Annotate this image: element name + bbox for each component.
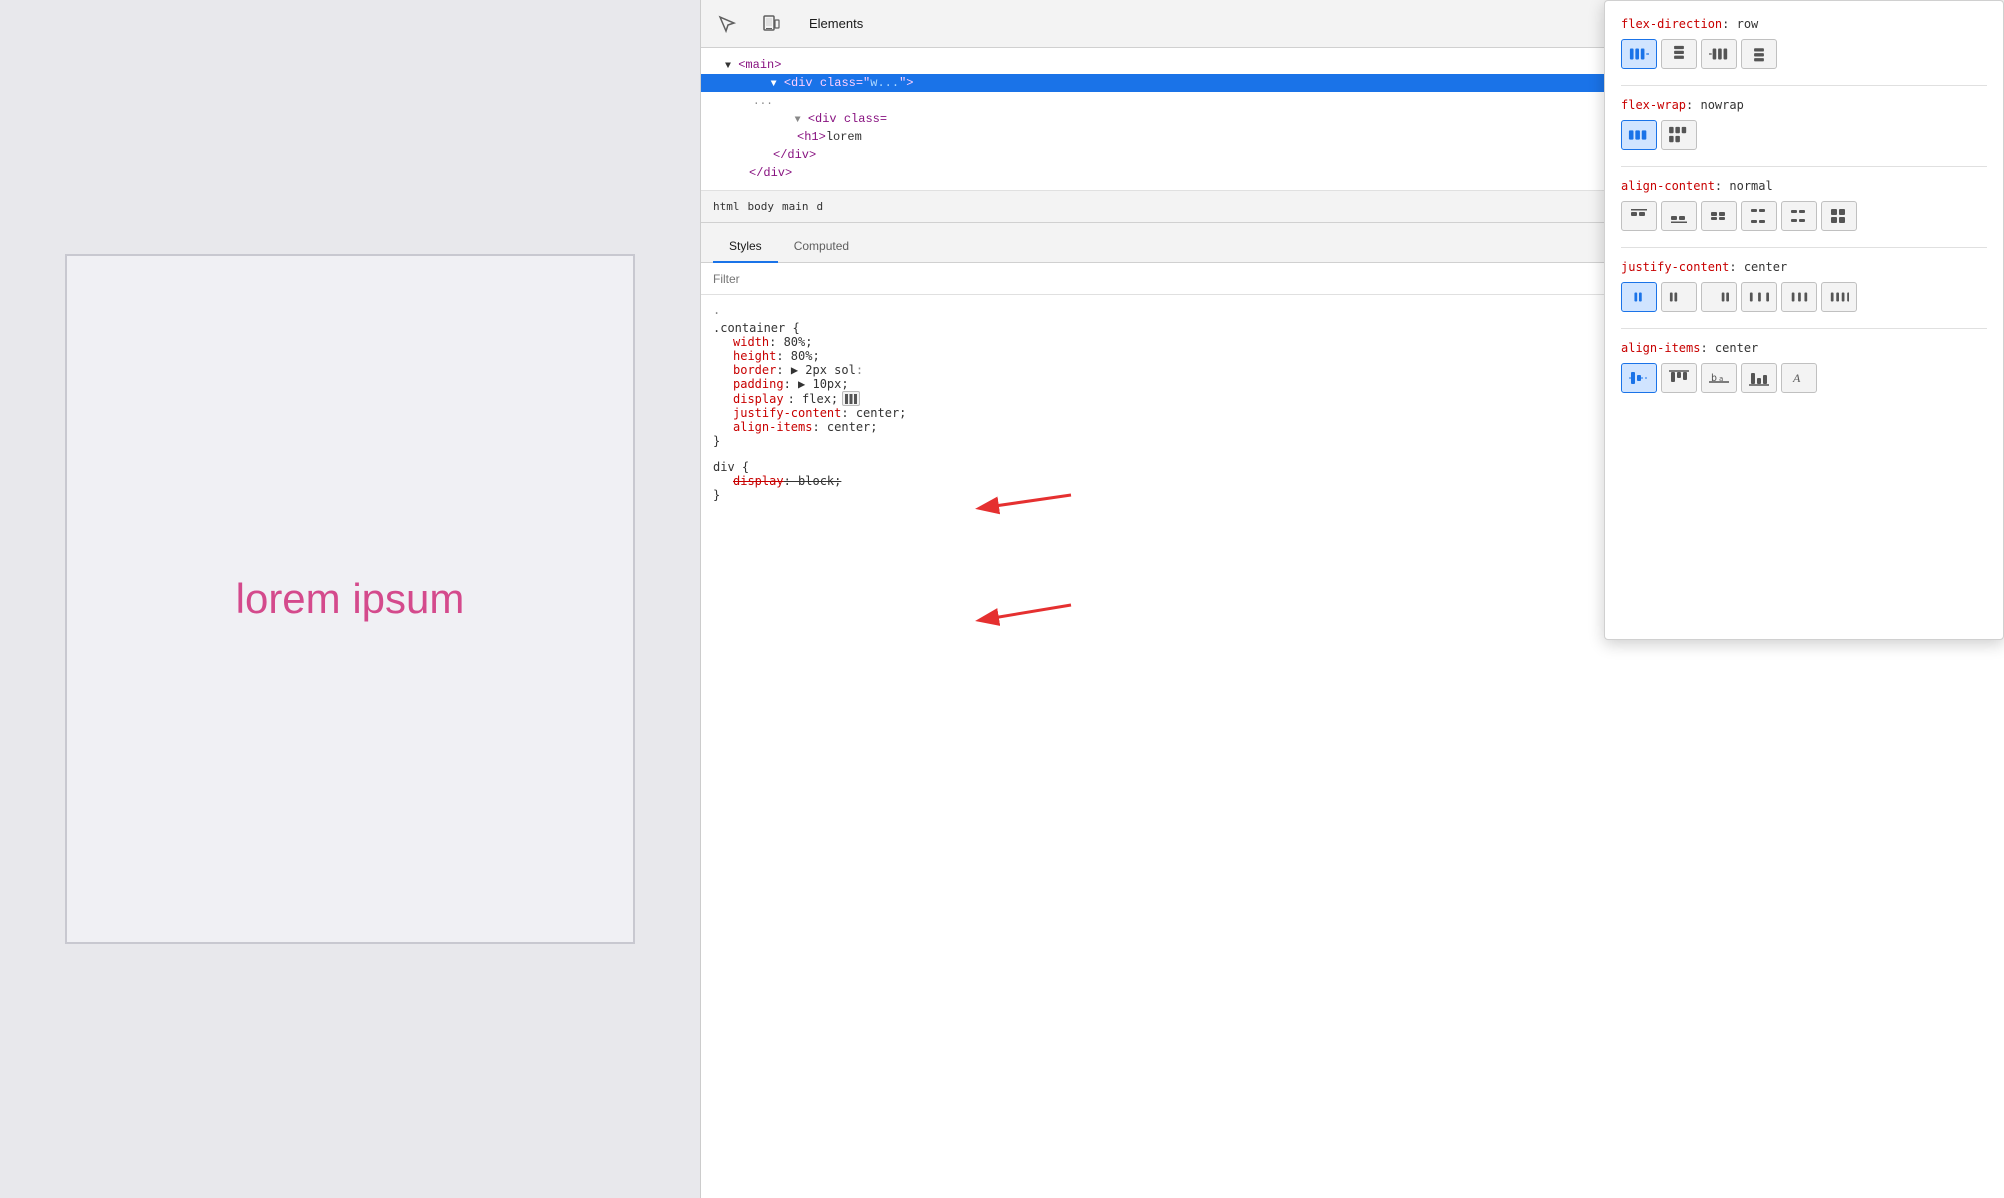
devtools-panel: Elements ▼ <main> ▼ <div class="w..."> .… <box>700 0 2004 1198</box>
align-items-buttons: b a A <box>1621 363 1987 393</box>
align-items-center-btn[interactable] <box>1621 363 1657 393</box>
flex-editor-overlay: flex-direction: row <box>1604 0 2004 640</box>
justify-content-section: justify-content: center <box>1621 260 1987 312</box>
lorem-ipsum-text: lorem ipsum <box>236 575 465 623</box>
svg-text:A: A <box>1792 371 1801 385</box>
align-content-between-btn[interactable] <box>1741 201 1777 231</box>
breadcrumb-d[interactable]: d <box>817 200 824 213</box>
align-items-label: align-items: center <box>1621 341 1987 355</box>
justify-content-end-btn[interactable] <box>1701 282 1737 312</box>
justify-content-around-btn[interactable] <box>1781 282 1817 312</box>
flex-direction-row-btn[interactable] <box>1621 39 1657 69</box>
filter-input[interactable] <box>713 272 913 286</box>
breadcrumb-main[interactable]: main <box>782 200 809 213</box>
flex-wrap-wrap-btn[interactable] <box>1661 120 1697 150</box>
flex-wrap-nowrap-btn[interactable] <box>1621 120 1657 150</box>
elements-tab-label[interactable]: Elements <box>801 12 871 35</box>
justify-content-start-btn[interactable] <box>1661 282 1697 312</box>
tab-computed[interactable]: Computed <box>778 231 865 263</box>
justify-content-center-btn[interactable] <box>1621 282 1657 312</box>
align-content-buttons <box>1621 201 1987 231</box>
align-items-end-btn[interactable] <box>1741 363 1777 393</box>
justify-content-between-btn[interactable] <box>1741 282 1777 312</box>
flex-direction-buttons <box>1621 39 1987 69</box>
demo-container: lorem ipsum <box>65 254 635 944</box>
tab-styles[interactable]: Styles <box>713 231 778 263</box>
align-content-stretch-btn[interactable] <box>1821 201 1857 231</box>
divider2 <box>1621 166 1987 167</box>
flex-editor-toggle[interactable] <box>842 391 860 406</box>
align-content-label: align-content: normal <box>1621 179 1987 193</box>
svg-text:a: a <box>1719 375 1723 383</box>
align-items-section: align-items: center <box>1621 341 1987 393</box>
flex-wrap-label: flex-wrap: nowrap <box>1621 98 1987 112</box>
flex-wrap-section: flex-wrap: nowrap <box>1621 98 1987 150</box>
divider3 <box>1621 247 1987 248</box>
flex-direction-label: flex-direction: row <box>1621 17 1987 31</box>
align-items-start-btn[interactable] <box>1661 363 1697 393</box>
align-content-start-btn[interactable] <box>1621 201 1657 231</box>
align-items-baseline-btn[interactable]: b a <box>1701 363 1737 393</box>
breadcrumb-html[interactable]: html <box>713 200 740 213</box>
browser-viewport: lorem ipsum <box>0 0 700 1198</box>
divider1 <box>1621 85 1987 86</box>
flex-wrap-buttons <box>1621 120 1987 150</box>
device-toggle-icon[interactable] <box>757 10 785 38</box>
divider4 <box>1621 328 1987 329</box>
flex-direction-section: flex-direction: row <box>1621 17 1987 69</box>
justify-content-evenly-btn[interactable] <box>1821 282 1857 312</box>
svg-text:b: b <box>1711 373 1717 384</box>
align-content-around-btn[interactable] <box>1781 201 1817 231</box>
inspect-element-icon[interactable] <box>713 10 741 38</box>
flex-direction-col-reverse-btn[interactable] <box>1741 39 1777 69</box>
align-content-section: align-content: normal <box>1621 179 1987 231</box>
flex-direction-column-btn[interactable] <box>1661 39 1697 69</box>
align-items-stretch-btn[interactable]: A <box>1781 363 1817 393</box>
align-content-end-btn[interactable] <box>1661 201 1697 231</box>
justify-content-label: justify-content: center <box>1621 260 1987 274</box>
flex-direction-row-reverse-btn[interactable] <box>1701 39 1737 69</box>
justify-content-buttons <box>1621 282 1987 312</box>
breadcrumb-body[interactable]: body <box>748 200 775 213</box>
align-content-center-btn[interactable] <box>1701 201 1737 231</box>
